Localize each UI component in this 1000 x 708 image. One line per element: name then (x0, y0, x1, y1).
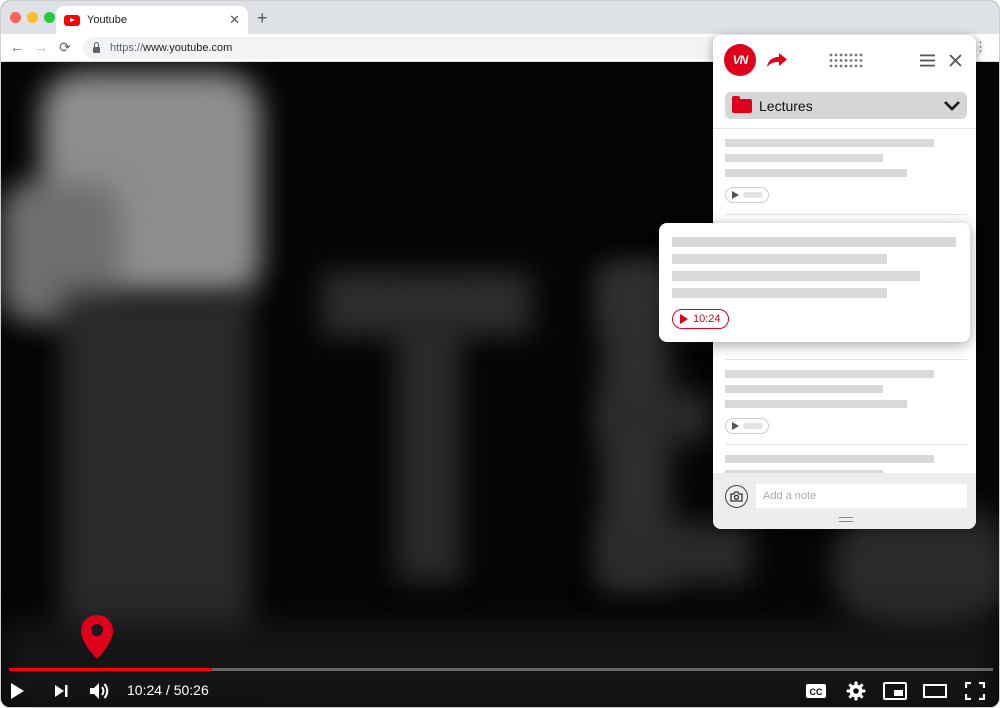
close-icon[interactable] (949, 54, 962, 67)
video-frame-shape (601, 522, 751, 584)
tab-close-icon[interactable]: ✕ (229, 12, 240, 28)
resize-handle-icon[interactable] (839, 517, 853, 522)
note-placeholder-line (672, 254, 887, 264)
note-placeholder-line (725, 169, 907, 177)
theater-mode-button[interactable] (923, 679, 947, 703)
youtube-favicon-icon (64, 14, 80, 26)
note-placeholder-line (672, 271, 920, 281)
next-button[interactable] (51, 679, 71, 703)
note-timestamp-button[interactable]: 10:24 (672, 309, 729, 329)
camera-icon (730, 491, 743, 502)
note-placeholder-line (725, 455, 934, 463)
note-timestamp-button[interactable] (725, 187, 769, 203)
play-icon (732, 422, 739, 430)
time-display: 10:24 / 50:26 (127, 682, 209, 698)
note-divider (725, 214, 967, 215)
highlighted-note-card[interactable]: 10:24 (659, 223, 970, 342)
timestamp-placeholder (743, 192, 763, 198)
tab-title: Youtube (87, 14, 127, 26)
browser-window: Youtube ✕ + ← → ⟳ https://www.youtube.co… (0, 0, 1000, 708)
play-icon (11, 683, 24, 699)
note-composer (713, 473, 976, 529)
gear-icon (846, 681, 866, 701)
screenshot-button[interactable] (725, 485, 748, 508)
theater-icon (923, 684, 947, 698)
note-placeholder-line (725, 370, 934, 378)
folder-name: Lectures (759, 97, 813, 114)
forward-button[interactable]: → (34, 39, 48, 55)
folder-dropdown[interactable]: Lectures (725, 92, 967, 119)
reload-button[interactable]: ⟳ (59, 39, 71, 56)
share-icon[interactable] (766, 52, 788, 68)
close-window-button[interactable] (10, 12, 21, 23)
new-tab-button[interactable]: + (257, 8, 268, 29)
player-controls: 10:24 / 50:26 CC (1, 673, 999, 707)
back-button[interactable]: ← (10, 39, 24, 55)
chevron-down-icon (944, 101, 960, 111)
play-icon (680, 314, 688, 324)
drag-handle-icon[interactable] (829, 53, 863, 68)
note-placeholder-line (725, 400, 907, 408)
next-icon (55, 685, 68, 697)
note-placeholder-line (672, 237, 956, 247)
note-timestamp-button[interactable] (725, 418, 769, 434)
note-placeholder-line (725, 139, 934, 147)
miniplayer-button[interactable] (883, 679, 907, 703)
minimize-window-button[interactable] (27, 12, 38, 23)
note-timestamp-label: 10:24 (693, 313, 721, 325)
timestamp-marker-icon[interactable] (80, 614, 114, 660)
play-button[interactable] (7, 679, 27, 703)
note-divider (725, 359, 967, 360)
miniplayer-icon (883, 682, 907, 700)
note-placeholder-line (725, 385, 883, 393)
lock-icon (93, 41, 100, 53)
fullscreen-button[interactable] (964, 679, 986, 703)
note-input[interactable] (756, 484, 967, 508)
video-frame-shape (601, 392, 711, 442)
note-placeholder-line (725, 154, 883, 162)
maximize-window-button[interactable] (44, 12, 55, 23)
volume-icon (90, 683, 109, 699)
folder-icon (732, 95, 752, 113)
progress-played[interactable] (9, 668, 212, 671)
svg-text:CC: CC (810, 687, 823, 697)
tab-youtube[interactable]: Youtube ✕ (56, 6, 248, 34)
note-divider (725, 444, 967, 445)
captions-icon: CC (806, 684, 826, 698)
video-frame-shape (396, 312, 462, 582)
settings-button[interactable] (845, 679, 867, 703)
fullscreen-icon (965, 682, 985, 700)
timestamp-placeholder (743, 423, 763, 429)
captions-button[interactable]: CC (805, 679, 827, 703)
app-logo: VN (724, 44, 756, 76)
hamburger-menu-icon[interactable] (920, 54, 935, 67)
panel-header: VN (713, 35, 976, 85)
tab-bar: Youtube ✕ + (1, 1, 999, 34)
url-text: https://www.youtube.com (110, 42, 233, 54)
volume-button[interactable] (88, 679, 112, 703)
play-icon (732, 191, 739, 199)
window-controls (10, 12, 55, 23)
note-placeholder-line (672, 288, 887, 298)
